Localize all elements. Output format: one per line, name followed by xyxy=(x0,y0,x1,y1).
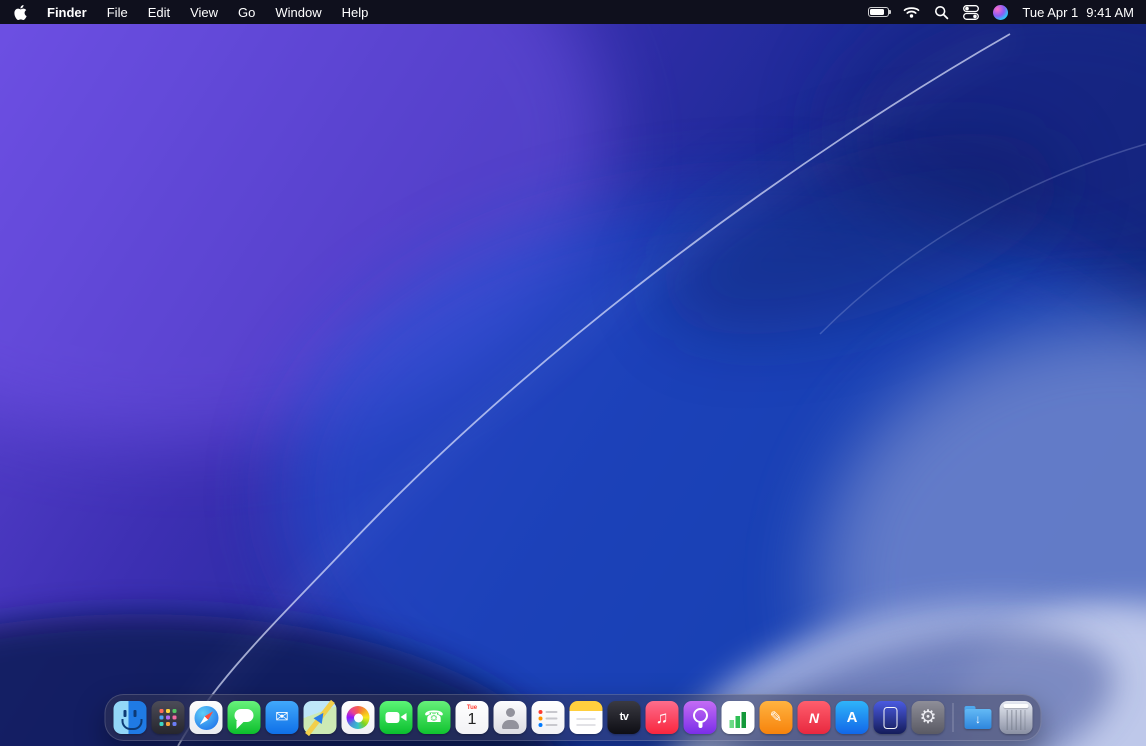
menu-file[interactable]: File xyxy=(97,5,138,20)
dock-icon-podcasts[interactable] xyxy=(684,701,717,734)
calendar-date: 1 xyxy=(456,711,489,729)
dock-icon-contacts[interactable] xyxy=(494,701,527,734)
wifi-icon[interactable] xyxy=(903,6,920,18)
dock-icon-maps[interactable] xyxy=(304,701,337,734)
dock-icon-trash[interactable] xyxy=(1000,701,1033,734)
menu-bar-status: Tue Apr 1 9:41 AM xyxy=(868,5,1134,20)
menu-bar-menus: FileEditViewGoWindowHelp xyxy=(97,5,379,20)
spotlight-icon[interactable] xyxy=(934,5,949,20)
menu-bar-time: 9:41 AM xyxy=(1086,5,1134,20)
tv-glyph: tv xyxy=(620,712,629,723)
phone-glyph: ☎ xyxy=(424,710,444,726)
music-glyph: ♫ xyxy=(656,709,669,726)
apple-menu[interactable] xyxy=(12,5,37,20)
dock-icon-facetime[interactable] xyxy=(380,701,413,734)
desktop-wallpaper xyxy=(0,24,1146,746)
dock-icon-safari[interactable] xyxy=(190,701,223,734)
dock-icon-appstore[interactable]: A xyxy=(836,701,869,734)
siri-icon[interactable] xyxy=(993,5,1008,20)
dock-icon-music[interactable]: ♫ xyxy=(646,701,679,734)
news-glyph: N xyxy=(809,711,819,725)
pages-glyph: ✎ xyxy=(770,710,783,725)
control-center-icon[interactable] xyxy=(963,5,979,20)
settings-glyph: ⚙ xyxy=(919,708,936,727)
dock-icon-iphone-mirroring[interactable] xyxy=(874,701,907,734)
dock-icon-photos[interactable] xyxy=(342,701,375,734)
menu-go[interactable]: Go xyxy=(228,5,265,20)
dock-icon-downloads[interactable]: ↓ xyxy=(962,701,995,734)
dock-icon-calendar[interactable]: Tue1 xyxy=(456,701,489,734)
battery-icon[interactable] xyxy=(868,7,889,17)
dock: ✉ ☎ Tue1 tv ♫ ✎ N A ⚙ ↓ xyxy=(105,694,1042,741)
dock-icon-mail[interactable]: ✉ xyxy=(266,701,299,734)
menu-view[interactable]: View xyxy=(180,5,228,20)
dock-icon-numbers[interactable] xyxy=(722,701,755,734)
menu-window[interactable]: Window xyxy=(265,5,331,20)
dock-icon-reminders[interactable] xyxy=(532,701,565,734)
dock-icon-launchpad[interactable] xyxy=(152,701,185,734)
menu-bar-date: Tue Apr 1 xyxy=(1022,5,1078,20)
dock-icon-news[interactable]: N xyxy=(798,701,831,734)
dock-icon-tv[interactable]: tv xyxy=(608,701,641,734)
mail-glyph: ✉ xyxy=(275,710,288,726)
menu-bar: Finder FileEditViewGoWindowHelp xyxy=(0,0,1146,24)
dock-icon-finder[interactable] xyxy=(114,701,147,734)
dock-system: ↓ xyxy=(962,701,1033,734)
dock-icon-settings[interactable]: ⚙ xyxy=(912,701,945,734)
dock-icon-phone[interactable]: ☎ xyxy=(418,701,451,734)
menu-bar-clock[interactable]: Tue Apr 1 9:41 AM xyxy=(1022,5,1134,20)
dock-icon-messages[interactable] xyxy=(228,701,261,734)
appstore-glyph: A xyxy=(847,710,858,725)
menu-app-name[interactable]: Finder xyxy=(37,5,97,20)
menu-edit[interactable]: Edit xyxy=(138,5,180,20)
desktop-screen: Finder FileEditViewGoWindowHelp xyxy=(0,0,1146,746)
dock-apps: ✉ ☎ Tue1 tv ♫ ✎ N A ⚙ xyxy=(114,701,945,734)
downloads-glyph: ↓ xyxy=(975,713,981,725)
dock-divider xyxy=(953,703,954,732)
dock-icon-pages[interactable]: ✎ xyxy=(760,701,793,734)
apple-logo-icon xyxy=(14,5,27,20)
menu-bar-left: Finder FileEditViewGoWindowHelp xyxy=(12,5,378,20)
menu-help[interactable]: Help xyxy=(332,5,379,20)
dock-icon-notes[interactable] xyxy=(570,701,603,734)
